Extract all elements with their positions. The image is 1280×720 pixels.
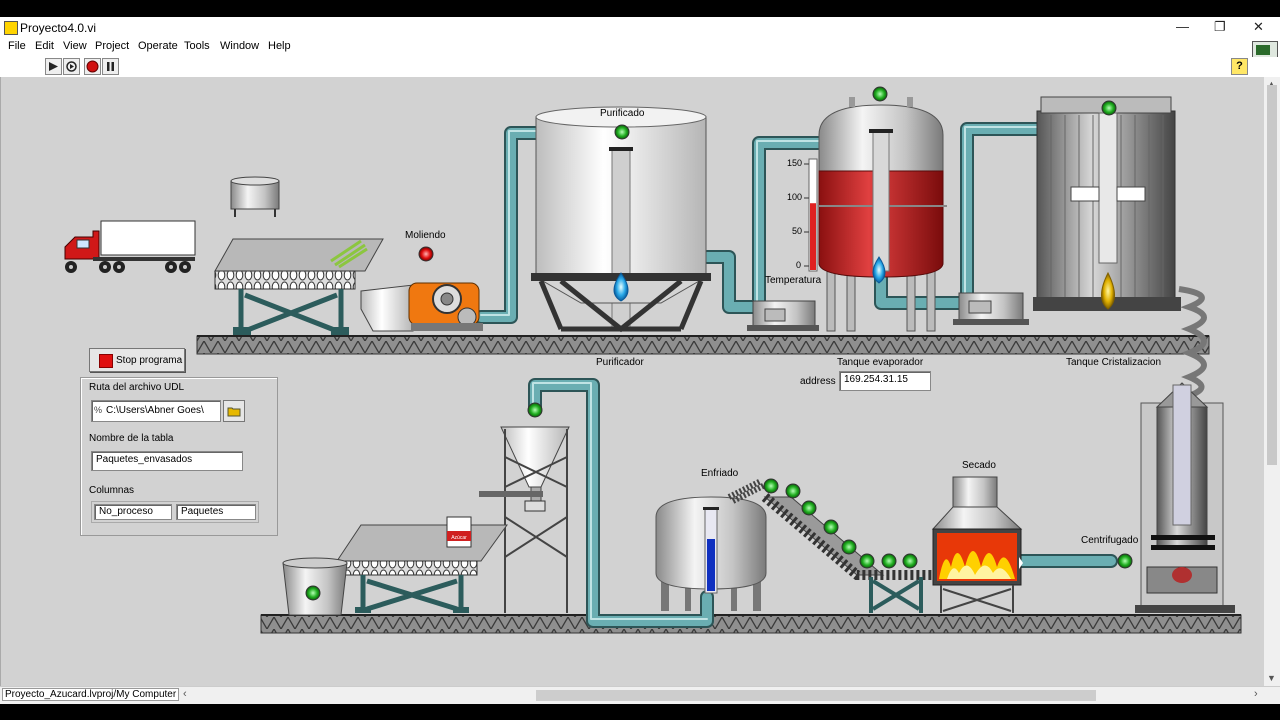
- menu-bar: File Edit View Project Operate Tools Win…: [0, 39, 1280, 73]
- pump-icon: [747, 300, 819, 331]
- stop-led-icon: [99, 354, 113, 368]
- window-title: Proyecto4.0.vi: [20, 21, 97, 35]
- pause-icon[interactable]: [102, 58, 119, 75]
- path-prefix-icon: %: [94, 405, 103, 415]
- packaging-conveyor: [336, 524, 508, 613]
- flow-led: [763, 478, 779, 494]
- flow-led: [785, 483, 801, 499]
- table-name-field[interactable]: Paquetes_envasados: [91, 451, 243, 471]
- scroll-thumb[interactable]: [1267, 85, 1277, 465]
- stop-program-button[interactable]: Stop programa: [89, 348, 185, 372]
- project-path: Proyecto_Azucard.lvproj/My Computer: [2, 688, 180, 701]
- context-help-button[interactable]: ?: [1231, 58, 1248, 75]
- temperatura-label: Temperatura: [765, 275, 822, 286]
- abort-icon[interactable]: [84, 58, 101, 75]
- flow-led: [841, 539, 857, 555]
- menu-operate[interactable]: Operate: [138, 40, 178, 52]
- crystallization-led: [1101, 100, 1117, 116]
- columns-label: Columnas: [89, 485, 135, 496]
- tanque-cristalizacion-label: Tanque Cristalizacion: [1066, 357, 1162, 368]
- database-config-cluster: Ruta del archivo UDL % C:\Users\Abner Go…: [80, 377, 278, 536]
- centrifuge-tower: [1135, 382, 1235, 613]
- column-item[interactable]: Paquetes: [176, 504, 256, 520]
- table-name-label: Nombre de la tabla: [89, 433, 174, 444]
- centrifugado-label: Centrifugado: [1081, 535, 1139, 546]
- purificador-label: Purificador: [596, 357, 644, 368]
- dryer-furnace: [931, 476, 1023, 613]
- run-continuously-icon[interactable]: [63, 58, 80, 75]
- menu-help[interactable]: Help: [268, 40, 291, 52]
- evaporator-led: [872, 86, 888, 102]
- truck-icon: [64, 220, 196, 273]
- flow-led: [823, 519, 839, 535]
- purificado-label: Purificado: [600, 108, 645, 119]
- menu-file[interactable]: File: [8, 40, 26, 52]
- bagging-pipe-led: [527, 402, 543, 418]
- menu-tools[interactable]: Tools: [184, 40, 210, 52]
- browse-folder-icon[interactable]: [223, 400, 245, 422]
- cane-conveyor: [214, 238, 384, 335]
- mill-icon: [360, 282, 483, 332]
- minimize-button[interactable]: —: [1176, 19, 1189, 34]
- toolbar: ?: [0, 57, 1280, 78]
- temp-scale-150: 150: [787, 158, 803, 168]
- udl-label: Ruta del archivo UDL: [89, 382, 185, 393]
- menu-edit[interactable]: Edit: [35, 40, 54, 52]
- columns-array: No_proceso Paquetes: [91, 501, 259, 523]
- menu-project[interactable]: Project: [95, 40, 129, 52]
- tanque-evaporador-label: Tanque evaporador: [837, 357, 924, 368]
- purificado-led: [614, 124, 630, 140]
- address-field[interactable]: 169.254.31.15: [839, 371, 931, 391]
- enfriado-label: Enfriado: [701, 468, 739, 479]
- horizontal-scroll-thumb[interactable]: [536, 690, 1096, 701]
- moliendo-led: [418, 246, 434, 262]
- title-bar: Proyecto4.0.vi — ❐ ✕: [0, 17, 1280, 39]
- flow-led: [801, 500, 817, 516]
- bucket-led: [305, 585, 321, 601]
- thermometer-fill: [810, 203, 816, 270]
- labview-app-icon: [4, 21, 18, 35]
- sugar-bag-icon: Azúcar: [446, 516, 472, 548]
- temp-scale-0: 0: [796, 260, 802, 270]
- stop-program-label: Stop programa: [116, 355, 183, 366]
- bagging-hopper: [479, 426, 570, 613]
- run-arrow-icon[interactable]: [45, 58, 62, 75]
- status-bar: Proyecto_Azucard.lvproj/My Computer ‹ ›: [0, 686, 1280, 704]
- centrifugado-led: [1117, 553, 1133, 569]
- close-button[interactable]: ✕: [1253, 19, 1264, 35]
- menu-window[interactable]: Window: [220, 40, 259, 52]
- sugar-bag-text: Azúcar: [451, 535, 467, 541]
- thermometer: [804, 158, 818, 272]
- udl-path-value: C:\Users\Abner Goes\: [106, 405, 204, 416]
- pump-2-icon: [953, 292, 1029, 325]
- flow-led: [902, 553, 918, 569]
- scroll-left-icon[interactable]: ‹: [183, 688, 187, 700]
- menu-view[interactable]: View: [63, 40, 87, 52]
- restore-button[interactable]: ❐: [1214, 19, 1226, 35]
- lower-floor-truss: [260, 614, 1242, 634]
- scroll-right-icon[interactable]: ›: [1254, 688, 1258, 700]
- secado-label: Secado: [962, 460, 996, 471]
- scroll-down-icon[interactable]: ▼: [1267, 673, 1276, 683]
- moliendo-label: Moliendo: [405, 230, 446, 241]
- column-item[interactable]: No_proceso: [94, 504, 172, 520]
- temp-scale-50: 50: [792, 226, 803, 236]
- udl-path-field[interactable]: % C:\Users\Abner Goes\: [91, 400, 221, 422]
- flow-led: [881, 553, 897, 569]
- address-label: address: [800, 376, 836, 387]
- front-panel: Azúcar Purificado Moliendo Purificador T…: [0, 77, 1265, 686]
- upper-floor-truss: [196, 335, 1210, 355]
- temp-scale-100: 100: [787, 192, 803, 202]
- vertical-scrollbar[interactable]: ▲ ▼: [1264, 77, 1280, 686]
- flow-led: [859, 553, 875, 569]
- small-hopper-icon: [230, 176, 280, 217]
